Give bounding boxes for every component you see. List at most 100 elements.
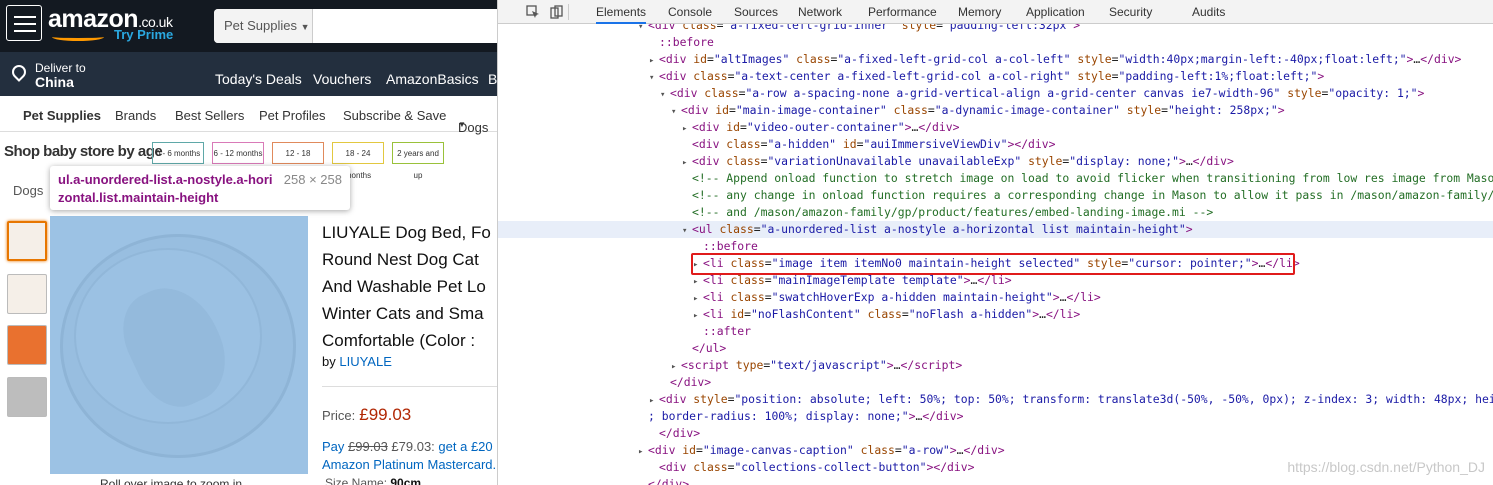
inspect-highlight-overlay [50,216,308,474]
inspect-tooltip: ul.a-unordered-list.a-nostyle.a-horizont… [50,166,350,210]
age-button-6-12[interactable]: 6 - 12 months [212,142,264,164]
dom-tree-line[interactable]: ; border-radius: 100%; display: none;">…… [498,408,1493,425]
watermark: https://blog.csdn.net/Python_DJ [1287,459,1485,475]
pay-rest: get a £20 [438,439,493,454]
search-bar[interactable]: Pet Supplies ▼ [214,9,497,43]
brand-link[interactable]: LIUYALE [339,354,392,369]
dom-tree-line[interactable]: ::before [498,34,1493,51]
sub-nav: Pet Supplies Brands Best Sellers Pet Pro… [0,96,497,135]
dom-tree-line[interactable]: ▾ <div class="a-row a-spacing-none a-grid… [498,85,1493,102]
tab-memory[interactable]: Memory [958,0,1001,24]
tab-security[interactable]: Security [1109,0,1152,24]
price-value: £99.03 [359,405,412,424]
dom-tree-line[interactable]: <!-- and /mason/amazon-family/gp/product… [498,204,1493,221]
promo-offer[interactable]: Pay £99.03 £79.03: get a £20 Amazon Plat… [322,438,496,474]
thumbnail-2[interactable] [7,274,47,314]
card-line: Amazon Platinum Mastercard. [322,457,497,472]
product-title-line: Round Nest Dog Cat [322,250,479,269]
devtools-tabbar: Elements Console Sources Network Perform… [498,0,1493,24]
dom-tree-line[interactable]: ▾ <div class="a-text-center a-fixed-left-… [498,68,1493,85]
dom-tree-line[interactable]: ▸ <div style="position: absolute; left: 5… [498,391,1493,408]
tab-network[interactable]: Network [798,0,842,24]
dom-tree-line[interactable]: </div> [498,476,1493,485]
by-label: by [322,354,336,369]
size-row: Size Name: 90cm [325,476,421,485]
try-prime-link[interactable]: Try Prime [114,27,173,42]
tab-application[interactable]: Application [1026,0,1085,24]
product-title: LIUYALE Dog Bed, Fo Round Nest Dog Cat A… [322,219,497,354]
divider [322,386,497,387]
dom-tree-line[interactable]: <div class="a-hidden" id="auiImmersiveVi… [498,136,1493,153]
dom-tree-line[interactable]: </div> [498,425,1493,442]
subnav-brands[interactable]: Brands [115,108,156,123]
deliver-to-label: Deliver to [35,61,86,75]
age-button-0-6[interactable]: 0 - 6 months [152,142,204,164]
hamburger-menu-icon[interactable] [6,5,42,41]
price-row: Price: £99.03 [322,405,411,425]
by-line: by LIUYALE [322,354,392,369]
dropdown-caret-icon: ▼ [300,22,310,32]
dom-tree-line[interactable]: <!-- any change in onload function requi… [498,187,1493,204]
screenshot-root: amazon.co.uk Try Prime Pet Supplies ▼ De… [0,0,1493,485]
dom-tree-line[interactable]: ::after [498,323,1493,340]
main-product-image[interactable] [50,216,308,474]
age-button-2-years[interactable]: 2 years and up [392,142,444,180]
nav-todays-deals[interactable]: Today's Deals [215,71,302,87]
age-button-12-18[interactable]: 12 - 18 months [272,142,324,180]
device-toolbar-icon[interactable] [550,5,564,19]
dom-tree-line[interactable]: </div> [498,374,1493,391]
inspect-element-icon[interactable] [526,5,540,19]
product-title-line: LIUYALE Dog Bed, Fo [322,223,491,242]
search-category-dropdown[interactable]: Pet Supplies ▼ [214,9,313,43]
product-title-line: And Washable Pet Lo [322,277,486,296]
price-label: Price: [322,408,356,423]
pay-old-price: £99.03 [348,439,388,454]
pay-new-price: £79.03: [391,439,435,454]
size-label: Size Name: [325,476,388,485]
tab-separator [568,4,569,20]
dom-tree-line[interactable]: </ul> [498,340,1493,357]
tooltip-size: 258 × 258 [283,172,342,187]
search-category-label: Pet Supplies [224,18,297,33]
subnav-best-sellers[interactable]: Best Sellers [175,108,244,123]
tooltip-selector: ul.a-unordered-list.a-nostyle.a-horizont… [58,172,273,205]
dom-tree-line[interactable]: ▸ <li class="swatchHoverExp a-hidden main… [498,289,1493,306]
dom-tree-line[interactable]: ▸ <div id="image-canvas-caption" class="a… [498,442,1493,459]
dom-tree-line[interactable]: ▾ <div id="main-image-container" class="a… [498,102,1493,119]
tab-elements[interactable]: Elements [596,0,647,24]
age-button-18-24[interactable]: 18 - 24 months [332,142,384,180]
tab-performance[interactable]: Performance [868,0,937,24]
breadcrumb[interactable]: Dogs [13,183,43,198]
tab-audits[interactable]: Audits [1192,0,1225,24]
dom-tree-line[interactable]: ▸ <div id="video-outer-container">…</div> [498,119,1493,136]
dom-tree-line[interactable]: ▸ <script type="text/javascript">…</scrip… [498,357,1493,374]
amazon-page: amazon.co.uk Try Prime Pet Supplies ▼ De… [0,0,497,485]
nav-truncated[interactable]: B [488,71,497,87]
dom-tree-line[interactable]: ▸ <li id="noFlashContent" class="noFlash … [498,306,1493,323]
dom-tree-line[interactable]: ▸ <div class="variationUnavailable unavai… [498,153,1493,170]
nav-vouchers[interactable]: Vouchers [313,71,371,87]
chevron-down-icon: ▼ [458,120,466,129]
tab-console[interactable]: Console [668,0,712,24]
zoom-hint: Roll over image to zoom in [100,477,243,485]
thumbnail-4[interactable] [7,377,47,417]
subnav-subscribe-save[interactable]: Subscribe & Save [343,108,446,123]
product-title-line: Winter Cats and Sma [322,304,484,323]
pay-prefix: Pay [322,439,345,454]
dom-tree-line[interactable]: ▾ <div class="a-fixed-left-grid-inner" st… [498,24,1493,34]
size-value: 90cm [390,476,422,485]
thumbnail-1[interactable] [7,221,47,261]
highlight-box [691,253,1295,275]
dom-tree-line[interactable]: ▾ <ul class="a-unordered-list a-nostyle a… [498,221,1493,238]
tab-sources[interactable]: Sources [734,0,778,24]
nav-amazonbasics[interactable]: AmazonBasics [386,71,479,87]
thumbnail-3[interactable] [7,325,47,365]
subnav-pet-profiles[interactable]: Pet Profiles [259,108,325,123]
dom-tree-line[interactable]: ▸ <div id="altImages" class="a-fixed-left… [498,51,1493,68]
devtools-panel: Elements Console Sources Network Perform… [497,0,1493,485]
subnav-pet-supplies[interactable]: Pet Supplies [23,108,101,123]
deliver-country: China [35,74,74,90]
dom-tree-line[interactable]: <!-- Append onload function to stretch i… [498,170,1493,187]
amazon-header: amazon.co.uk Try Prime Pet Supplies ▼ De… [0,0,497,96]
amazon-smile-icon [52,33,104,41]
